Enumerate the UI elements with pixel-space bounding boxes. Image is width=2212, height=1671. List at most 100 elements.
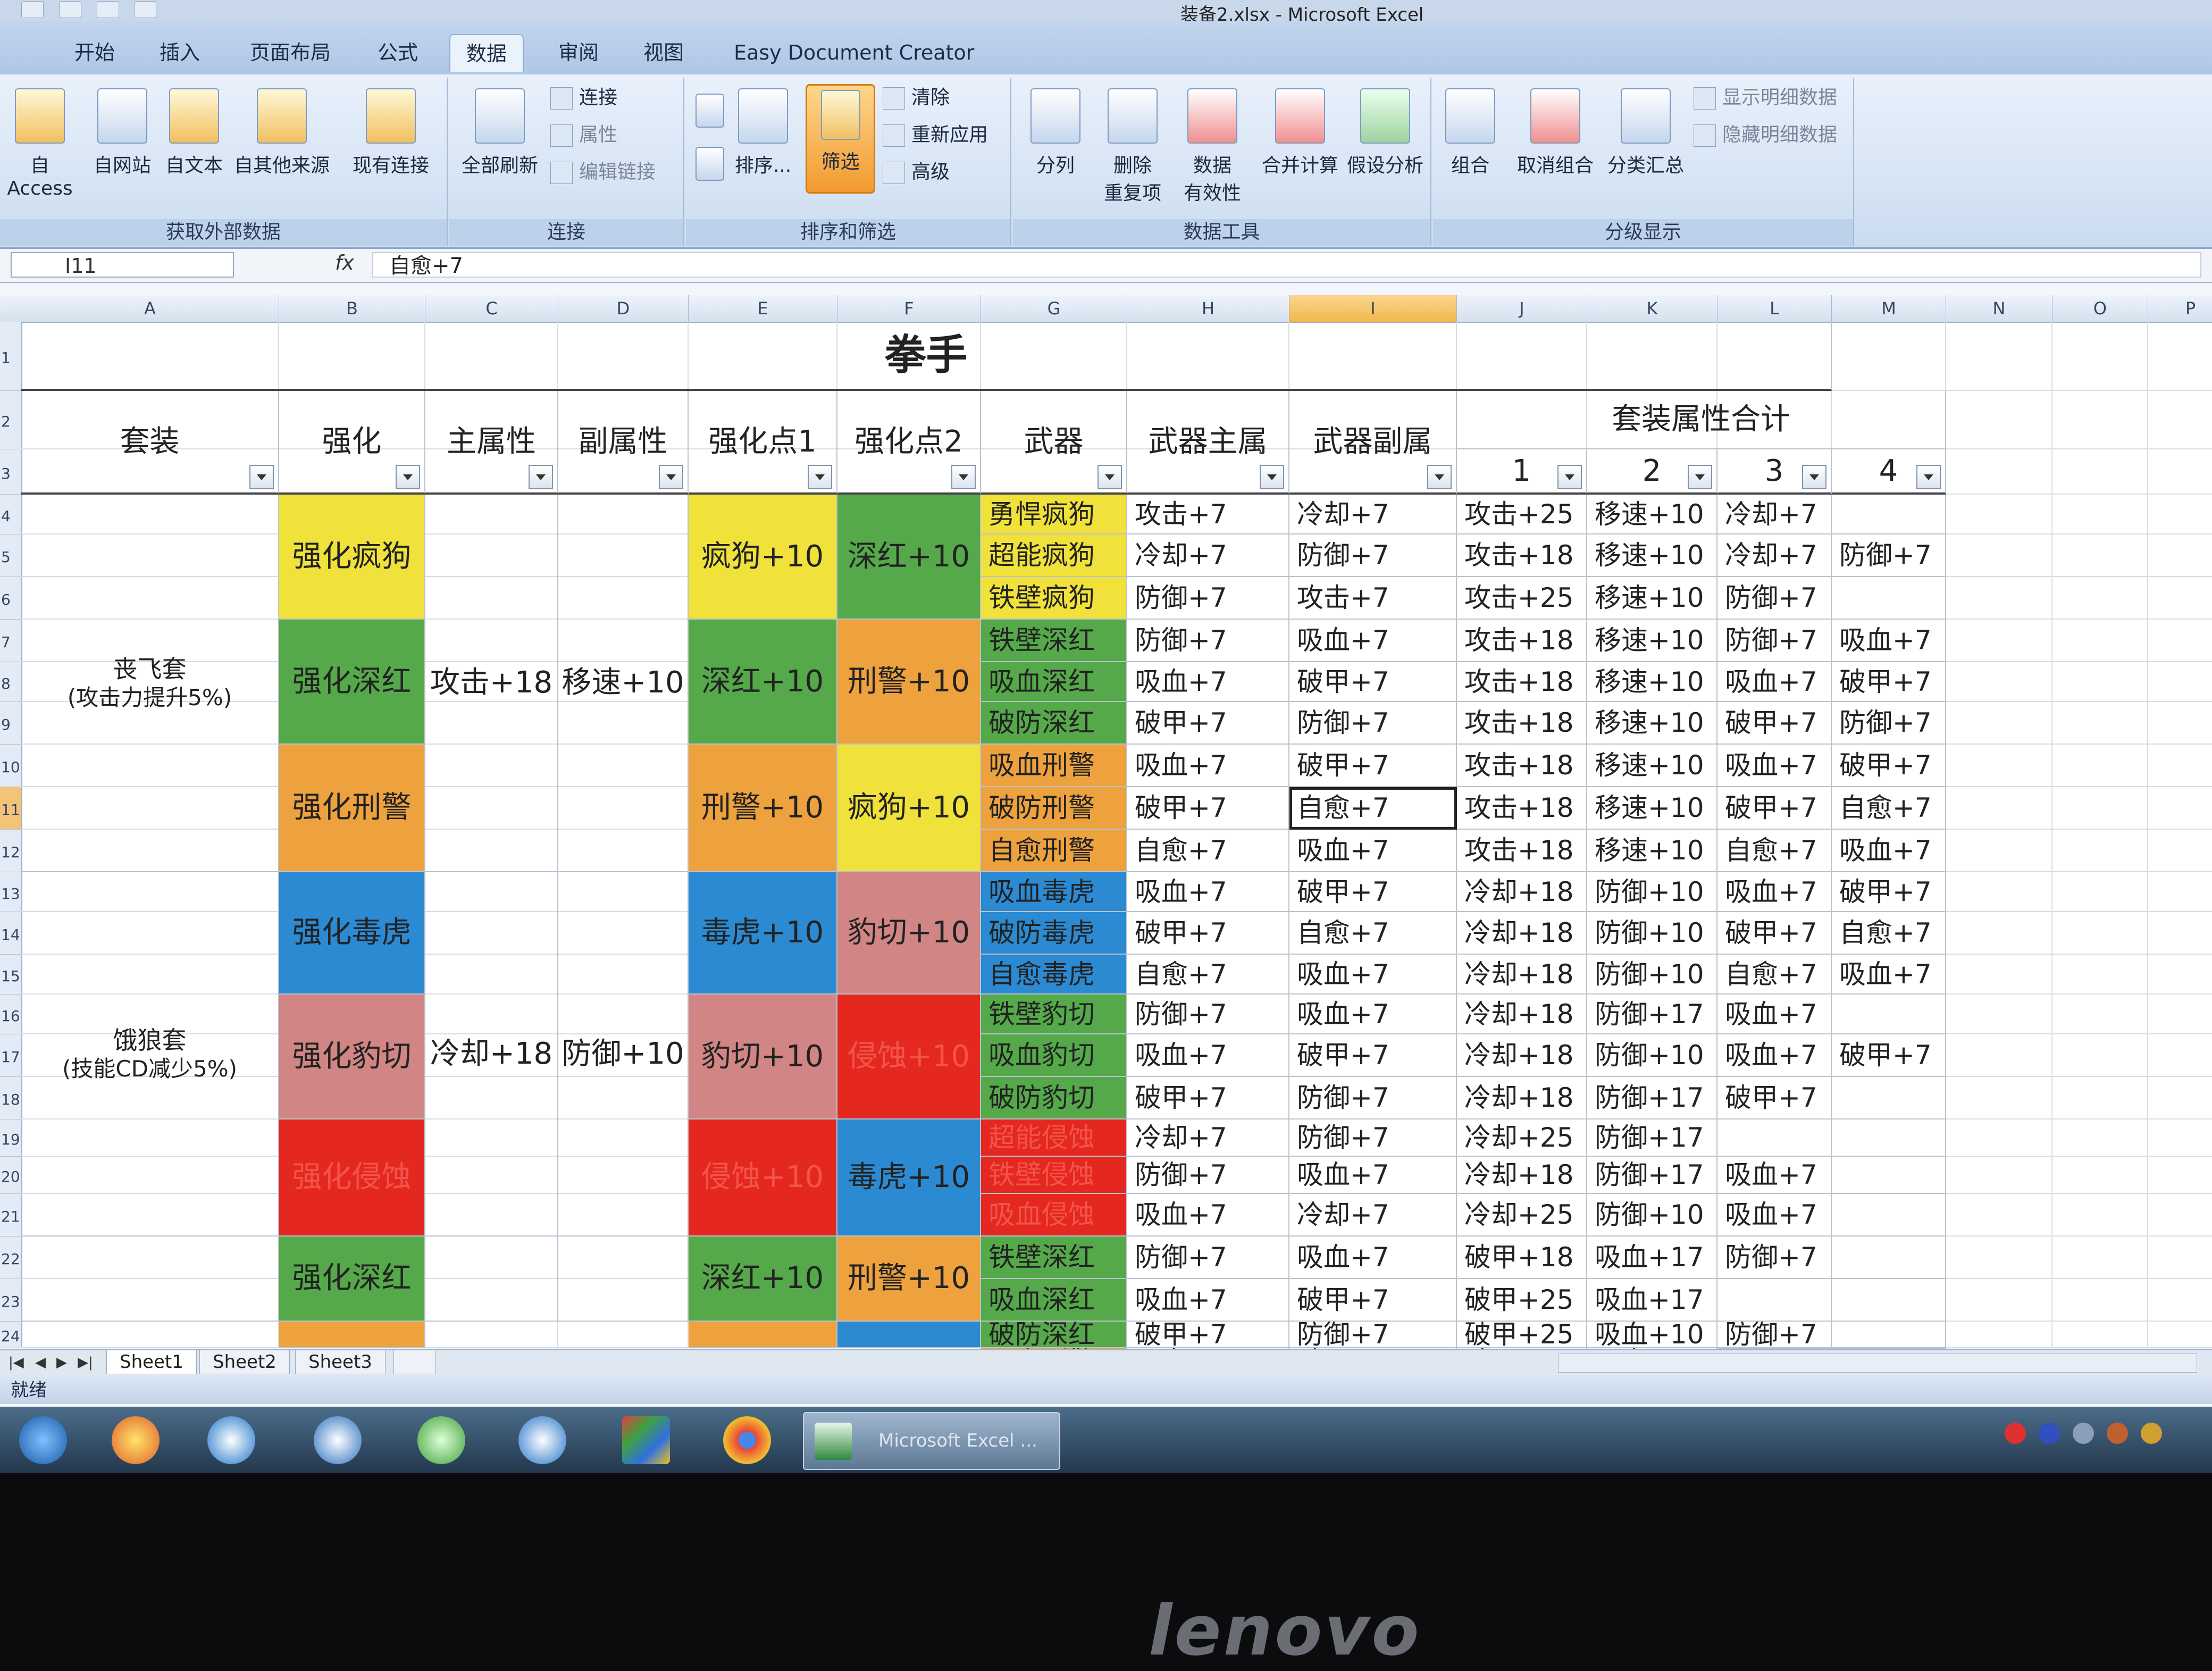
set-total-2-cell[interactable]: 移速+10 [1587, 577, 1717, 620]
empty-cell[interactable] [1946, 995, 2052, 1034]
point2-cell[interactable]: 疯狗+10 [837, 745, 981, 872]
weapon-cell[interactable]: 破防刑警 [981, 787, 1127, 830]
set-total-2-cell[interactable]: 移速+10 [1587, 830, 1717, 872]
row-header-20[interactable]: 20 [0, 1157, 21, 1194]
weapon-cell[interactable]: 破防深红 [981, 1322, 1127, 1348]
set-total-4-cell[interactable]: 破甲+7 [1832, 1034, 1946, 1077]
set-total-4-cell[interactable] [1832, 495, 1946, 534]
windows-app-icon[interactable] [622, 1416, 670, 1464]
tab-formulas[interactable]: 公式 [362, 34, 434, 71]
weapon-sub-cell[interactable]: 吸血+7 [1289, 1236, 1457, 1279]
set-total-1-cell[interactable]: 冷却+25 [1457, 1194, 1587, 1236]
consolidate-button[interactable]: 合并计算 [1258, 88, 1343, 178]
empty-cell[interactable] [2148, 534, 2212, 577]
set-total-1-cell[interactable]: 攻击+18 [1457, 702, 1587, 745]
empty-cell[interactable] [2052, 391, 2148, 449]
column-header-o[interactable]: O [2052, 295, 2148, 322]
set-name-cell[interactable]: 饿狼套 (技能CD减少5%) [21, 872, 279, 1236]
empty-cell[interactable] [2148, 1119, 2212, 1157]
set-total-4-cell[interactable] [1832, 577, 1946, 620]
redo-icon[interactable] [96, 1, 119, 18]
set-total-2-cell[interactable]: 吸血+17 [1587, 1236, 1717, 1279]
filter-dropdown-icon[interactable] [1097, 465, 1122, 489]
empty-cell[interactable] [1946, 745, 2052, 787]
set-total-4-cell[interactable]: 破甲+7 [1832, 872, 1946, 912]
weapon-cell[interactable]: 破防豹切 [981, 1077, 1127, 1119]
empty-cell[interactable] [2148, 577, 2212, 620]
sub-attr-cell[interactable]: 移速+10 [558, 495, 689, 872]
empty-cell[interactable] [1946, 830, 2052, 872]
empty-cell[interactable] [2052, 662, 2148, 702]
filter-dropdown-icon[interactable] [1427, 465, 1452, 489]
set-total-4-cell[interactable]: 吸血+7 [1832, 620, 1946, 662]
empty-cell[interactable] [2148, 1194, 2212, 1236]
filter-dropdown-icon[interactable] [1557, 465, 1582, 489]
sort-ascending-button[interactable] [691, 94, 728, 134]
set-total-1-cell[interactable]: 攻击+18 [1457, 534, 1587, 577]
set-total-1-cell[interactable]: 冷却+18 [1457, 995, 1587, 1034]
weapon-sub-cell[interactable]: 自愈+7 [1289, 912, 1457, 955]
empty-cell[interactable] [1946, 449, 2052, 495]
row-header-8[interactable]: 8 [0, 662, 21, 702]
ungroup-button[interactable]: 取消组合 [1507, 88, 1603, 178]
empty-cell[interactable] [2148, 787, 2212, 830]
point1-cell[interactable]: 深红+10 [689, 1236, 837, 1322]
weapon-sub-cell[interactable]: 破甲+7 [1289, 662, 1457, 702]
insert-sheet-icon[interactable] [393, 1350, 436, 1374]
empty-cell[interactable] [2052, 787, 2148, 830]
empty-cell[interactable] [2052, 449, 2148, 495]
set-total-2-cell[interactable]: 防御+10 [1587, 955, 1717, 995]
sogou-icon[interactable] [518, 1416, 566, 1464]
column-header-g[interactable]: G [981, 295, 1127, 322]
empty-cell[interactable] [2148, 620, 2212, 662]
set-total-1-cell[interactable]: 破甲+25 [1457, 1322, 1587, 1348]
tab-view[interactable]: 视图 [627, 34, 700, 71]
set-total-2-cell[interactable]: 吸血+10 [1587, 1322, 1717, 1348]
empty-cell[interactable] [1946, 1034, 2052, 1077]
enhance-cell[interactable]: 强化侵蚀 [279, 1119, 425, 1236]
set-total-3-cell[interactable]: 破甲+7 [1717, 1077, 1832, 1119]
text-to-columns-button[interactable]: 分列 [1018, 88, 1093, 178]
weapon-main-cell[interactable]: 防御+7 [1127, 577, 1289, 620]
weapon-cell[interactable]: 铁壁深红 [981, 1236, 1127, 1279]
empty-cell[interactable] [2052, 830, 2148, 872]
empty-cell[interactable] [21, 1322, 279, 1348]
set-total-2-cell[interactable]: 防御+17 [1587, 1157, 1717, 1194]
column-header-f[interactable]: F [837, 295, 981, 322]
set-total-1-cell[interactable]: 攻击+25 [1457, 495, 1587, 534]
weapon-sub-cell[interactable]: 防御+7 [1289, 534, 1457, 577]
set-total-4-cell[interactable]: 破甲+7 [1832, 745, 1946, 787]
weapon-main-cell[interactable]: 自愈+7 [1127, 955, 1289, 995]
edit-links-button[interactable]: 编辑链接 [550, 157, 656, 187]
set-total-2-cell[interactable]: 防御+10 [1587, 1034, 1717, 1077]
header-main-attr[interactable]: 主属性 [425, 391, 558, 495]
set-total-4-cell[interactable]: 破甲+7 [1832, 662, 1946, 702]
help-icon[interactable] [2039, 1423, 2060, 1444]
header-point2[interactable]: 强化点2 [837, 391, 981, 495]
filter-dropdown-icon[interactable] [249, 465, 274, 489]
set-total-2-cell[interactable]: 移速+10 [1587, 620, 1717, 662]
set-total-3-cell[interactable]: 吸血+7 [1717, 995, 1832, 1034]
weapon-main-cell[interactable]: 破甲+7 [1127, 787, 1289, 830]
worksheet-grid[interactable]: ABCDEFGHIJKLMNOP 1 2 3 4 5 6 7 8 9 10 11 12 13 14 15 16… [0, 295, 2212, 1376]
empty-cell[interactable] [2052, 1119, 2148, 1157]
advanced-filter-button[interactable]: 高级 [883, 157, 950, 187]
empty-cell[interactable] [2148, 955, 2212, 995]
weapon-main-cell[interactable]: 攻击+7 [1127, 495, 1289, 534]
set-total-1-cell[interactable]: 冷却+18 [1457, 1077, 1587, 1119]
set-total-1-cell[interactable]: 冷却+18 [1457, 872, 1587, 912]
enhance-cell[interactable]: 强化深红 [279, 620, 425, 745]
empty-cell[interactable] [2148, 872, 2212, 912]
green-browser-icon[interactable] [417, 1416, 465, 1464]
row-header-7[interactable]: 7 [0, 620, 21, 662]
empty-cell[interactable] [1946, 1119, 2052, 1157]
row-header-22[interactable]: 22 [0, 1236, 21, 1279]
empty-cell[interactable] [2052, 1279, 2148, 1322]
weapon-main-cell[interactable]: 吸血+7 [1127, 872, 1289, 912]
enhance-cell[interactable] [279, 1322, 425, 1348]
weapon-cell[interactable]: 铁壁疯狗 [981, 577, 1127, 620]
header-weapon[interactable]: 武器 [981, 391, 1127, 495]
reapply-button[interactable]: 重新应用 [883, 120, 988, 150]
weapon-main-cell[interactable]: 防御+7 [1127, 620, 1289, 662]
enhance-cell[interactable]: 强化刑警 [279, 745, 425, 872]
